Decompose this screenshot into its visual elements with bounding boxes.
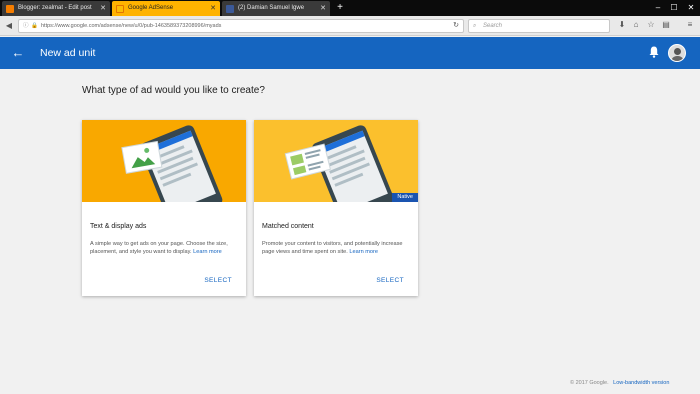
app-header: ← New ad unit [0,37,700,69]
blogger-icon [6,5,14,13]
address-bar[interactable]: ⓘ 🔒 https://www.google.com/adsense/new/u… [18,19,464,33]
native-badge: Native [392,193,418,202]
page-title: New ad unit [40,47,96,59]
tab-label: Google AdSense [128,5,174,11]
browser-tab-blogger[interactable]: Blogger: zealmat - Edit post ✕ [2,1,110,16]
close-icon[interactable]: ✕ [320,1,326,16]
ad-type-card-text-display[interactable]: Text & display ads A simple way to get a… [82,120,246,296]
text-display-illustration [82,120,246,202]
search-placeholder: Search [483,23,503,29]
adsense-icon [116,5,124,13]
ad-type-card-matched-content[interactable]: Native Matched content Promote your cont… [254,120,418,296]
url-text: https://www.google.com/adsense/new/u/0/p… [41,23,222,29]
avatar[interactable] [668,44,686,62]
facebook-icon [226,5,234,13]
learn-more-link[interactable]: Learn more [349,249,378,255]
minimize-icon[interactable]: – [650,0,666,16]
select-button[interactable]: SELECT [204,277,232,284]
low-bandwidth-link[interactable]: Low-bandwidth version [613,380,669,386]
tab-label: (2) Damian Samuel Igwe [238,5,305,11]
search-input[interactable]: ⌕ Search [468,19,610,33]
new-tab-button[interactable]: + [334,2,346,14]
info-icon: ⓘ [23,23,29,29]
card-description: Promote your content to visitors, and po… [262,241,403,256]
footer: © 2017 Google. Low-bandwidth version [570,380,669,386]
bell-icon[interactable] [648,46,660,60]
bookmarks-list-icon[interactable]: ▤ [660,19,672,31]
page-question: What type of ad would you like to create… [82,85,265,96]
matched-content-illustration: Native [254,120,418,202]
browser-tab-strip: Blogger: zealmat - Edit post ✕ Google Ad… [0,0,700,16]
close-icon[interactable]: ✕ [683,0,699,16]
download-icon[interactable]: ⬇ [616,19,628,31]
bookmark-star-icon[interactable]: ☆ [645,19,657,31]
arrow-back-icon[interactable]: ← [10,45,26,61]
home-icon[interactable]: ⌂ [630,19,642,31]
browser-toolbar: ◀ ⓘ 🔒 https://www.google.com/adsense/new… [0,16,700,36]
learn-more-link[interactable]: Learn more [193,249,222,255]
search-icon: ⌕ [473,23,477,29]
browser-tab-facebook[interactable]: (2) Damian Samuel Igwe ✕ [222,1,330,16]
back-icon[interactable]: ◀ [3,19,15,33]
reload-icon[interactable]: ↻ [450,19,462,33]
lock-icon: 🔒 [31,23,38,29]
copyright-text: © 2017 Google. [570,380,609,386]
close-icon[interactable]: ✕ [100,1,106,16]
card-title: Text & display ads [90,223,147,230]
tab-label: Blogger: zealmat - Edit post [18,5,92,11]
maximize-icon[interactable]: ☐ [666,0,682,16]
select-button[interactable]: SELECT [376,277,404,284]
close-icon[interactable]: ✕ [210,1,216,16]
card-title: Matched content [262,223,314,230]
menu-icon[interactable]: ≡ [684,19,696,31]
card-description: A simple way to get ads on your page. Ch… [90,241,228,256]
browser-tab-adsense[interactable]: Google AdSense ✕ [112,1,220,16]
